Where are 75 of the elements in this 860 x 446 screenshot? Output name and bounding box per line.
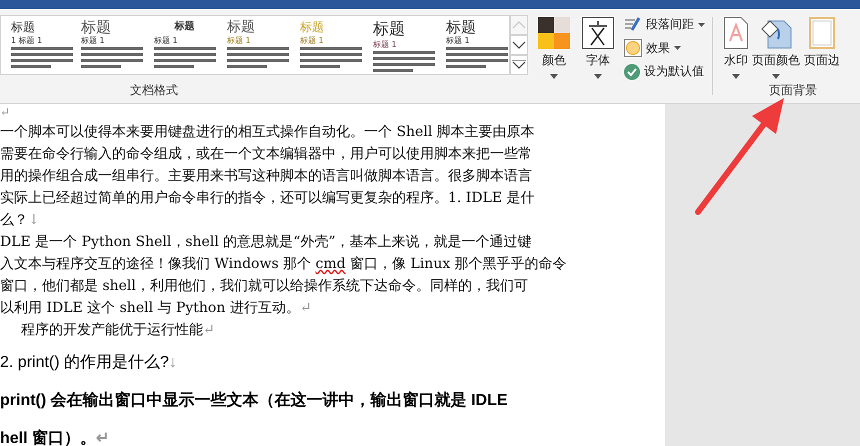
style-thumbnail[interactable]: 标题 标题 1: [219, 16, 292, 74]
paragraph-line: 一个脚本可以使得本来要用键盘进行的相互式操作自动化。一个 Shell 脚本主要由原本: [0, 123, 535, 142]
caret-icon: [674, 46, 681, 50]
color-swatch-icon: [538, 17, 570, 49]
paragraph-line: hell 窗口）。: [0, 428, 96, 446]
paragraph-line: 以利用 IDLE 这个 shell 与 Python 进行互动。: [0, 299, 300, 318]
effects-button[interactable]: 效果: [622, 38, 707, 58]
chevron-down-icon: [512, 40, 526, 50]
fonts-button[interactable]: 字体: [580, 15, 616, 81]
caret-icon: [594, 74, 602, 79]
style-title: 标题: [446, 19, 477, 35]
paragraph-mark: ↵: [96, 429, 110, 446]
style-title: 标题: [373, 19, 406, 39]
paragraph-spacing-button[interactable]: 段落间距: [622, 15, 707, 34]
style-heading: 标题 1: [300, 36, 325, 46]
sample-text-drawing: [446, 47, 508, 71]
group-label: 页面背景: [769, 82, 817, 99]
chevron-up-icon: [512, 20, 526, 30]
page-color-button[interactable]: 页面颜色: [751, 15, 801, 81]
paragraph-line: 实际上已经超过简单的用户命令串行的指令，还可以编写更复杂的程序。1. IDLE 是什: [0, 189, 535, 208]
caret-icon: [698, 22, 705, 26]
style-title: 标题: [11, 19, 36, 35]
caret-icon: [772, 74, 780, 79]
style-heading: 标题 1: [81, 36, 106, 46]
sample-text-drawing: [373, 51, 435, 74]
chevron-down-icon: [512, 60, 526, 70]
set-default-button[interactable]: 设为默认值: [622, 62, 707, 81]
paragraph-line: DLE 是一个 Python Shell，shell 的意思就是“外壳”，基本上来说，就是一个通过键: [0, 233, 532, 252]
paragraph-mark: ↵: [203, 321, 215, 340]
style-thumbnail[interactable]: 标题 标题 1: [438, 16, 509, 74]
style-title: 标题: [227, 19, 256, 35]
checkmark-icon: [624, 64, 640, 80]
scroll-down-button[interactable]: [510, 35, 528, 55]
group-label: 文档格式: [130, 82, 178, 99]
paragraph-mark: ↓: [28, 211, 40, 230]
paragraph-line: 2. print() 的作用是什么?: [0, 353, 169, 373]
colors-button[interactable]: 颜色: [536, 15, 572, 81]
paragraph-line: print() 会在输出窗口中显示一些文本（在这一讲中，输出窗口就是 IDLE: [0, 390, 508, 411]
sample-text-drawing: [300, 47, 362, 71]
paragraph-line: 需要在命令行输入的命令组成，或在一个文本编辑器中，用户可以使用脚本来把一些常: [0, 145, 532, 164]
page-border-button[interactable]: 页面边: [803, 15, 841, 81]
paragraph-line: 么？: [0, 211, 28, 230]
style-heading: 标题 1: [373, 40, 398, 50]
paragraph-mark: ↓: [168, 353, 177, 373]
style-thumbnail[interactable]: 标题 1 标题 1: [1, 16, 73, 74]
sample-text-drawing: [81, 47, 143, 71]
paragraph-line: 程序的开发产能优于运行性能: [21, 321, 203, 340]
paragraph-line: 用的操作组合成一组串行。主要用来书写这种脚本的语言叫做脚本语言。很多脚本语言: [0, 167, 532, 186]
sample-text-drawing: [227, 47, 289, 71]
watermark-document-icon: [724, 17, 748, 49]
style-title: 标题: [81, 19, 112, 35]
style-title: 标题: [173, 20, 196, 34]
style-title: 标题: [300, 19, 325, 35]
sample-text-drawing: [154, 47, 216, 71]
style-heading: 标题 1: [446, 36, 471, 46]
paragraph-spacing-icon: [624, 16, 642, 32]
circle-icon: [624, 39, 642, 57]
font-glyph-icon: [582, 17, 614, 49]
more-styles-button[interactable]: [510, 55, 528, 75]
page-border-icon: [809, 17, 835, 49]
style-heading: 标题 1: [154, 36, 179, 46]
style-thumbnail[interactable]: 标题 标题 1: [146, 16, 219, 74]
paragraph-line: 窗口，他们都是 shell，利用他们，我们就可以给操作系统下达命令。同样的，我们可: [0, 277, 528, 296]
paragraph-line: 入文本与程序交互的途径！像我们 Windows 那个 cmd 窗口，像 Linux 那个黑乎乎的命令: [0, 255, 567, 274]
caret-icon: [550, 74, 558, 79]
watermark-button[interactable]: 水印: [723, 15, 749, 81]
style-thumbnail[interactable]: 标题 标题 1: [365, 16, 438, 74]
style-heading: 标题 1: [227, 36, 252, 46]
style-thumbnail[interactable]: 标题 标题 1: [292, 16, 365, 74]
paragraph-mark: ↵: [0, 105, 10, 119]
caret-icon: [732, 74, 740, 79]
sample-text-drawing: [11, 47, 73, 71]
style-thumbnail[interactable]: 标题 标题 1: [73, 16, 146, 74]
style-heading: 1 标题 1: [11, 36, 44, 46]
paragraph-mark: ↵: [300, 299, 312, 318]
